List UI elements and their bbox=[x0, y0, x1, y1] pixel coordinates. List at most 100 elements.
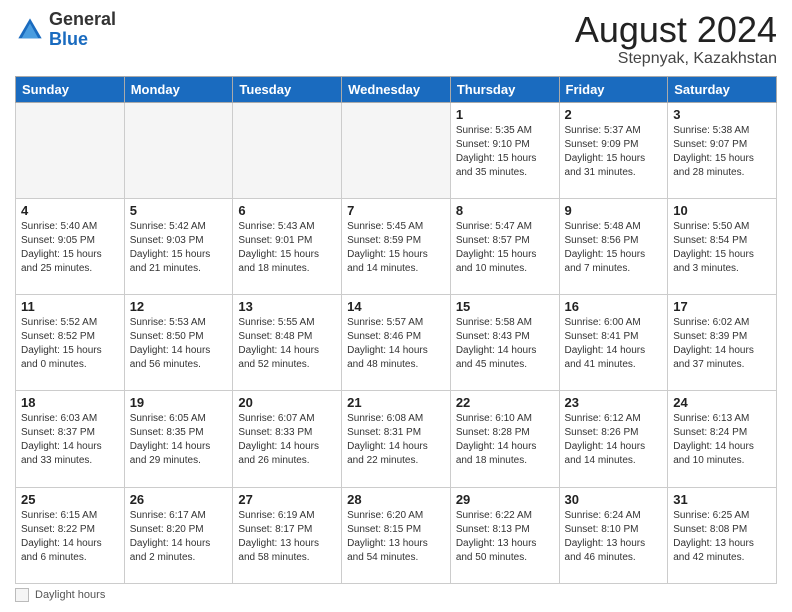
calendar-week-1: 1 Sunrise: 5:35 AM Sunset: 9:10 PM Daylig… bbox=[16, 102, 777, 198]
day-number: 8 bbox=[456, 203, 554, 218]
day-number: 12 bbox=[130, 299, 228, 314]
calendar-week-2: 4 Sunrise: 5:40 AM Sunset: 9:05 PM Daylig… bbox=[16, 198, 777, 294]
table-row: 10 Sunrise: 5:50 AM Sunset: 8:54 PM Dayli… bbox=[668, 198, 777, 294]
day-number: 2 bbox=[565, 107, 663, 122]
day-info: Sunrise: 5:38 AM Sunset: 9:07 PM Dayligh… bbox=[673, 124, 771, 180]
col-friday: Friday bbox=[559, 76, 668, 102]
day-info: Sunrise: 5:58 AM Sunset: 8:43 PM Dayligh… bbox=[456, 316, 554, 372]
table-row: 28 Sunrise: 6:20 AM Sunset: 8:15 PM Dayli… bbox=[342, 487, 451, 583]
day-info: Sunrise: 6:13 AM Sunset: 8:24 PM Dayligh… bbox=[673, 412, 771, 468]
day-number: 5 bbox=[130, 203, 228, 218]
day-info: Sunrise: 5:50 AM Sunset: 8:54 PM Dayligh… bbox=[673, 220, 771, 276]
table-row: 20Sunrise: 6:07 AM Sunset: 8:33 PM Dayli… bbox=[233, 391, 342, 487]
day-info: Sunrise: 6:19 AM Sunset: 8:17 PM Dayligh… bbox=[238, 509, 336, 565]
day-info: Sunrise: 6:20 AM Sunset: 8:15 PM Dayligh… bbox=[347, 509, 445, 565]
day-info: Sunrise: 5:45 AM Sunset: 8:59 PM Dayligh… bbox=[347, 220, 445, 276]
daylight-box-icon bbox=[15, 588, 29, 602]
table-row: 7Sunrise: 5:45 AM Sunset: 8:59 PM Daylig… bbox=[342, 198, 451, 294]
day-number: 20 bbox=[238, 395, 336, 410]
calendar-week-3: 11 Sunrise: 5:52 AM Sunset: 8:52 PM Dayli… bbox=[16, 295, 777, 391]
table-row: 25 Sunrise: 6:15 AM Sunset: 8:22 PM Dayli… bbox=[16, 487, 125, 583]
col-wednesday: Wednesday bbox=[342, 76, 451, 102]
day-info: Sunrise: 6:00 AM Sunset: 8:41 PM Dayligh… bbox=[565, 316, 663, 372]
col-saturday: Saturday bbox=[668, 76, 777, 102]
day-info: Sunrise: 6:12 AM Sunset: 8:26 PM Dayligh… bbox=[565, 412, 663, 468]
table-row: 22 Sunrise: 6:10 AM Sunset: 8:28 PM Dayli… bbox=[450, 391, 559, 487]
day-info: Sunrise: 6:25 AM Sunset: 8:08 PM Dayligh… bbox=[673, 509, 771, 565]
day-number: 18 bbox=[21, 395, 119, 410]
day-number: 19 bbox=[130, 395, 228, 410]
day-number: 28 bbox=[347, 492, 445, 507]
day-info: Sunrise: 6:17 AM Sunset: 8:20 PM Dayligh… bbox=[130, 509, 228, 565]
table-row: 1 Sunrise: 5:35 AM Sunset: 9:10 PM Daylig… bbox=[450, 102, 559, 198]
day-number: 9 bbox=[565, 203, 663, 218]
table-row: 4 Sunrise: 5:40 AM Sunset: 9:05 PM Daylig… bbox=[16, 198, 125, 294]
day-number: 4 bbox=[21, 203, 119, 218]
daylight-label: Daylight hours bbox=[35, 589, 105, 601]
table-row: 5 Sunrise: 5:42 AM Sunset: 9:03 PM Daylig… bbox=[124, 198, 233, 294]
day-number: 24 bbox=[673, 395, 771, 410]
table-row bbox=[16, 102, 125, 198]
day-info: Sunrise: 5:42 AM Sunset: 9:03 PM Dayligh… bbox=[130, 220, 228, 276]
table-row: 23 Sunrise: 6:12 AM Sunset: 8:26 PM Dayli… bbox=[559, 391, 668, 487]
day-number: 21 bbox=[347, 395, 445, 410]
logo-general-text: General bbox=[49, 10, 116, 30]
col-monday: Monday bbox=[124, 76, 233, 102]
table-row: 14 Sunrise: 5:57 AM Sunset: 8:46 PM Dayli… bbox=[342, 295, 451, 391]
day-number: 6 bbox=[238, 203, 336, 218]
table-row: 11 Sunrise: 5:52 AM Sunset: 8:52 PM Dayli… bbox=[16, 295, 125, 391]
day-info: Sunrise: 5:35 AM Sunset: 9:10 PM Dayligh… bbox=[456, 124, 554, 180]
day-number: 27 bbox=[238, 492, 336, 507]
day-info: Sunrise: 5:48 AM Sunset: 8:56 PM Dayligh… bbox=[565, 220, 663, 276]
day-number: 22 bbox=[456, 395, 554, 410]
table-row: 6 Sunrise: 5:43 AM Sunset: 9:01 PM Daylig… bbox=[233, 198, 342, 294]
day-info: Sunrise: 5:57 AM Sunset: 8:46 PM Dayligh… bbox=[347, 316, 445, 372]
table-row bbox=[124, 102, 233, 198]
day-number: 13 bbox=[238, 299, 336, 314]
day-number: 14 bbox=[347, 299, 445, 314]
day-info: Sunrise: 6:10 AM Sunset: 8:28 PM Dayligh… bbox=[456, 412, 554, 468]
day-info: Sunrise: 5:37 AM Sunset: 9:09 PM Dayligh… bbox=[565, 124, 663, 180]
logo: General Blue bbox=[15, 10, 116, 50]
table-row: 16 Sunrise: 6:00 AM Sunset: 8:41 PM Dayli… bbox=[559, 295, 668, 391]
day-info: Sunrise: 5:40 AM Sunset: 9:05 PM Dayligh… bbox=[21, 220, 119, 276]
day-number: 1 bbox=[456, 107, 554, 122]
day-number: 10 bbox=[673, 203, 771, 218]
page: General Blue August 2024 Stepnyak, Kazak… bbox=[0, 0, 792, 612]
table-row: 21 Sunrise: 6:08 AM Sunset: 8:31 PM Dayli… bbox=[342, 391, 451, 487]
day-number: 23 bbox=[565, 395, 663, 410]
day-info: Sunrise: 5:53 AM Sunset: 8:50 PM Dayligh… bbox=[130, 316, 228, 372]
day-info: Sunrise: 6:05 AM Sunset: 8:35 PM Dayligh… bbox=[130, 412, 228, 468]
table-row: 26 Sunrise: 6:17 AM Sunset: 8:20 PM Dayli… bbox=[124, 487, 233, 583]
day-info: Sunrise: 6:22 AM Sunset: 8:13 PM Dayligh… bbox=[456, 509, 554, 565]
calendar-table: Sunday Monday Tuesday Wednesday Thursday… bbox=[15, 76, 777, 584]
title-block: August 2024 Stepnyak, Kazakhstan bbox=[575, 10, 777, 68]
table-row: 2 Sunrise: 5:37 AM Sunset: 9:09 PM Daylig… bbox=[559, 102, 668, 198]
main-title: August 2024 bbox=[575, 10, 777, 50]
day-number: 25 bbox=[21, 492, 119, 507]
table-row: 13 Sunrise: 5:55 AM Sunset: 8:48 PM Dayli… bbox=[233, 295, 342, 391]
calendar-header-row: Sunday Monday Tuesday Wednesday Thursday… bbox=[16, 76, 777, 102]
table-row: 15 Sunrise: 5:58 AM Sunset: 8:43 PM Dayli… bbox=[450, 295, 559, 391]
table-row: 17Sunrise: 6:02 AM Sunset: 8:39 PM Dayli… bbox=[668, 295, 777, 391]
day-number: 15 bbox=[456, 299, 554, 314]
col-tuesday: Tuesday bbox=[233, 76, 342, 102]
day-info: Sunrise: 6:15 AM Sunset: 8:22 PM Dayligh… bbox=[21, 509, 119, 565]
day-info: Sunrise: 5:55 AM Sunset: 8:48 PM Dayligh… bbox=[238, 316, 336, 372]
calendar-week-5: 25 Sunrise: 6:15 AM Sunset: 8:22 PM Dayli… bbox=[16, 487, 777, 583]
day-info: Sunrise: 6:02 AM Sunset: 8:39 PM Dayligh… bbox=[673, 316, 771, 372]
table-row: 31Sunrise: 6:25 AM Sunset: 8:08 PM Dayli… bbox=[668, 487, 777, 583]
day-info: Sunrise: 5:52 AM Sunset: 8:52 PM Dayligh… bbox=[21, 316, 119, 372]
col-thursday: Thursday bbox=[450, 76, 559, 102]
day-number: 11 bbox=[21, 299, 119, 314]
day-number: 26 bbox=[130, 492, 228, 507]
day-number: 16 bbox=[565, 299, 663, 314]
day-info: Sunrise: 6:08 AM Sunset: 8:31 PM Dayligh… bbox=[347, 412, 445, 468]
day-info: Sunrise: 5:43 AM Sunset: 9:01 PM Dayligh… bbox=[238, 220, 336, 276]
table-row: 8Sunrise: 5:47 AM Sunset: 8:57 PM Daylig… bbox=[450, 198, 559, 294]
table-row: 27 Sunrise: 6:19 AM Sunset: 8:17 PM Dayli… bbox=[233, 487, 342, 583]
day-number: 3 bbox=[673, 107, 771, 122]
day-info: Sunrise: 6:03 AM Sunset: 8:37 PM Dayligh… bbox=[21, 412, 119, 468]
calendar-week-4: 18 Sunrise: 6:03 AM Sunset: 8:37 PM Dayli… bbox=[16, 391, 777, 487]
footer: Daylight hours bbox=[15, 588, 777, 602]
